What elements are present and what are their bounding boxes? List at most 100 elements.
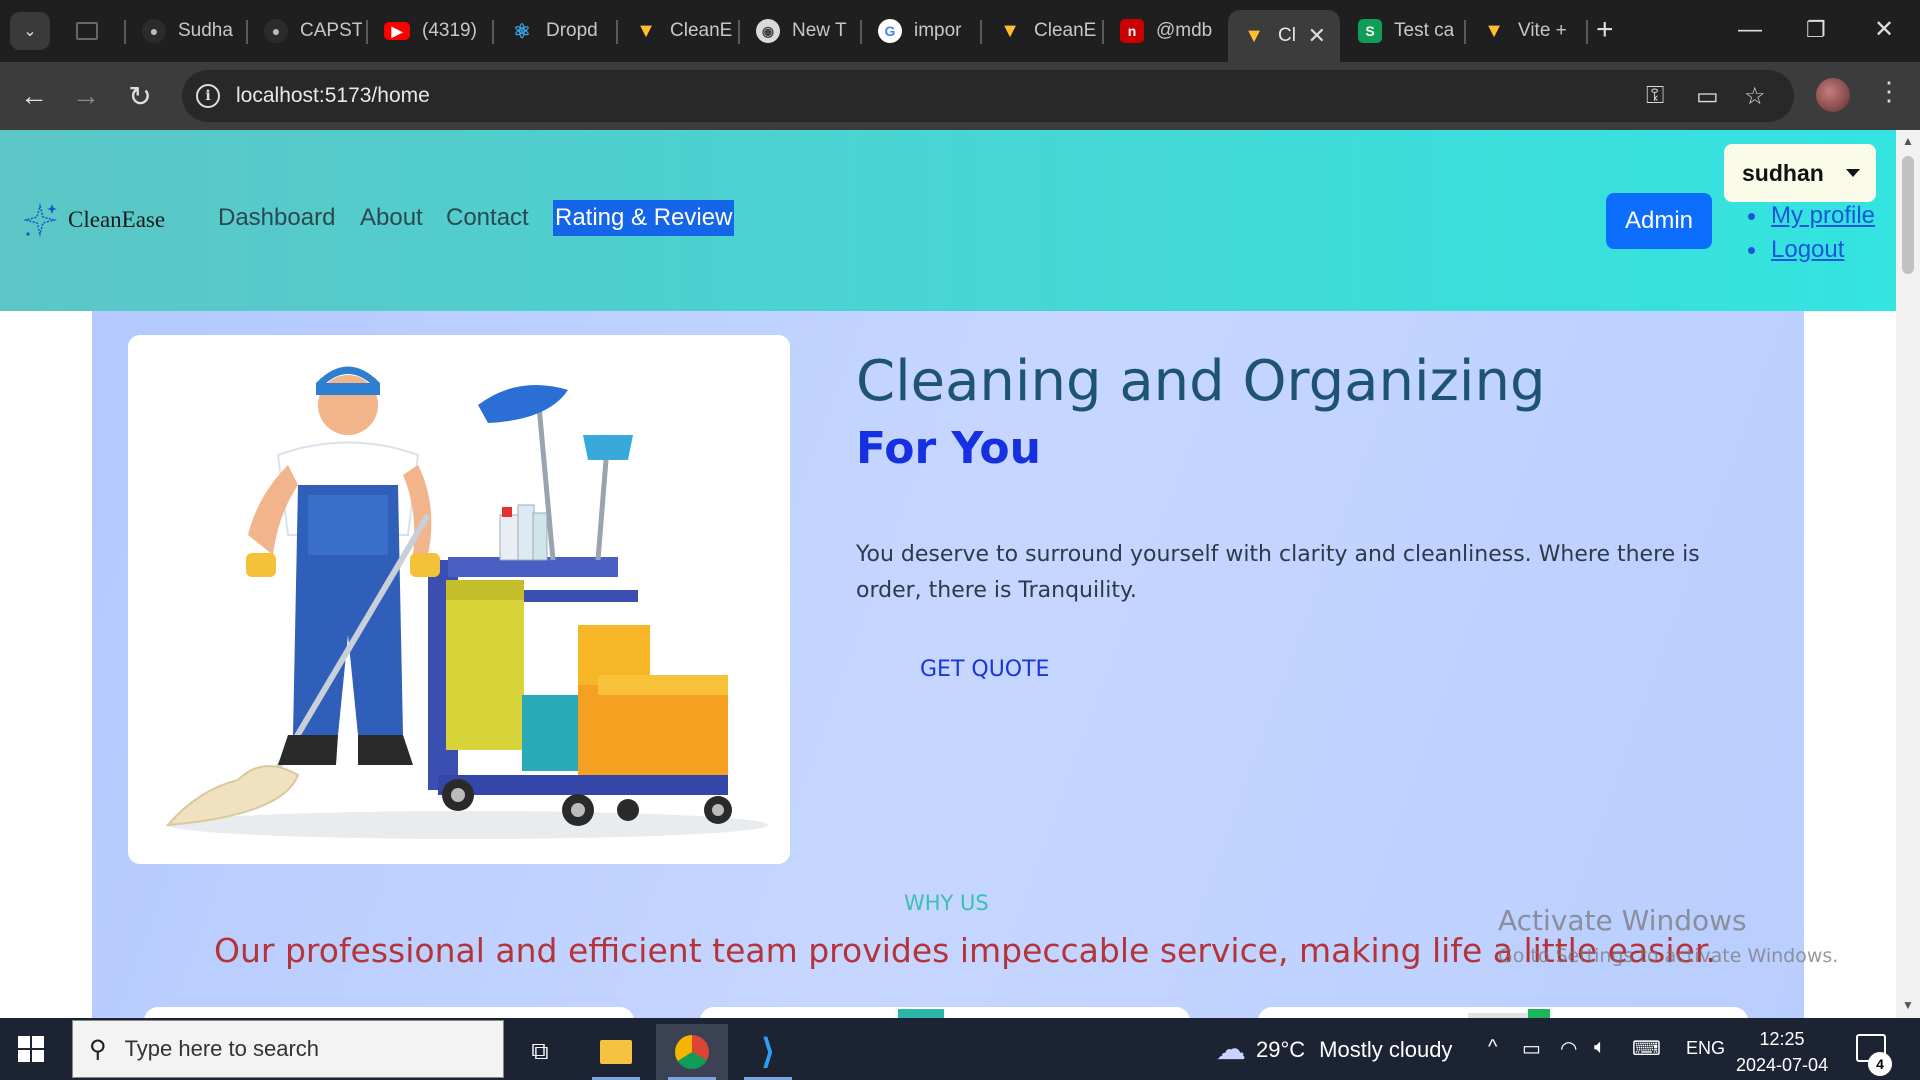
site-navbar: CleanEase Dashboard About Contact Rating… [0, 130, 1896, 311]
scroll-up-icon[interactable]: ▲ [1902, 134, 1914, 148]
react-icon: ⚛ [513, 20, 531, 43]
nav-rating-review[interactable]: Rating & Review [553, 200, 735, 236]
npm-icon: n [1120, 19, 1144, 43]
nav-contact[interactable]: Contact [446, 204, 529, 232]
tab-title: impor [914, 20, 962, 41]
sparkle-logo-icon [22, 202, 58, 238]
admin-button[interactable]: Admin [1606, 193, 1712, 249]
chrome-icon: ◉ [756, 19, 780, 43]
weather-widget[interactable]: ☁ 29°C Mostly cloudy [1216, 1032, 1452, 1067]
tab-7[interactable]: G impor [864, 10, 980, 52]
tab-title: New T [792, 20, 847, 41]
windows-taskbar: ⚲ Type here to search ⧉ ⟩ ☁ 29°C Mostly … [0, 1018, 1920, 1080]
nav-about[interactable]: About [360, 204, 423, 232]
youtube-icon: ▶ [384, 22, 410, 40]
tab-1[interactable]: ● Sudha [128, 10, 244, 52]
vite-icon: ▼ [1484, 19, 1504, 42]
tab-title: Vite + [1518, 20, 1567, 41]
clock[interactable]: 12:25 2024-07-04 [1736, 1026, 1828, 1078]
tab-10-active[interactable]: ▼ Cl ✕ [1228, 10, 1340, 62]
tab-8[interactable]: ▼ CleanE [984, 10, 1102, 52]
vite-icon: ▼ [636, 19, 656, 42]
tab-6[interactable]: ◉ New T [742, 10, 860, 52]
github-icon: ● [264, 19, 288, 43]
volume-icon[interactable]: 🔈︎ [1594, 1036, 1606, 1059]
service-card [1258, 1007, 1748, 1018]
file-explorer-icon[interactable] [580, 1024, 652, 1080]
minimize-icon[interactable]: — [1738, 12, 1762, 48]
user-name: sudhan [1742, 159, 1824, 186]
new-tab-icon[interactable]: + [1596, 12, 1614, 48]
scroll-down-icon[interactable]: ▼ [1902, 998, 1914, 1012]
tab-placeholder-icon [76, 22, 98, 40]
close-tab-icon[interactable]: ✕ [1308, 23, 1326, 49]
why-us-label: WHY US [904, 891, 989, 915]
github-icon: ● [142, 19, 166, 43]
browser-toolbar: ← → ↻ i localhost:5173/home ⚿ ▭ ☆ ⋮ [0, 62, 1920, 130]
watermark-title: Activate Windows [1498, 904, 1747, 937]
tagline: Our professional and efficient team prov… [214, 931, 1716, 970]
page-scrollbar[interactable]: ▲ ▼ [1896, 130, 1920, 1018]
sheets-icon: S [1358, 19, 1382, 43]
url-text[interactable]: localhost:5173/home [236, 84, 430, 108]
taskbar-search[interactable]: ⚲ Type here to search [72, 1020, 504, 1078]
brand-name: CleanEase [68, 207, 166, 232]
tab-9[interactable]: n @mdb [1106, 10, 1224, 52]
scrollbar-thumb[interactable] [1902, 156, 1914, 274]
search-placeholder: Type here to search [124, 1036, 320, 1061]
my-profile-link[interactable]: My profile [1771, 202, 1875, 230]
vite-icon: ▼ [1000, 19, 1020, 42]
chrome-taskbar-icon[interactable] [656, 1024, 728, 1080]
menu-kebab-icon[interactable]: ⋮ [1876, 76, 1902, 107]
site-info-icon[interactable]: i [196, 84, 220, 108]
card-icon[interactable]: ▭ [1696, 82, 1719, 111]
tab-11[interactable]: S Test ca [1344, 10, 1462, 52]
watermark-subtitle: Go to Settings to activate Windows. [1498, 945, 1839, 967]
cleaner-illustration [165, 366, 768, 839]
tab-4[interactable]: ⚛ Dropd [496, 10, 612, 52]
nav-dashboard[interactable]: Dashboard [218, 204, 335, 232]
tab-title: Test ca [1394, 20, 1455, 41]
weather-text: Mostly cloudy [1319, 1036, 1453, 1062]
back-icon[interactable]: ← [14, 76, 54, 116]
hero-subtitle: For You [856, 423, 1041, 474]
forward-icon[interactable]: → [66, 76, 106, 116]
browser-tabstrip: ⌄ ● Sudha ● CAPST ▶ (4319) ⚛ Dropd ▼ Cle… [0, 0, 1920, 62]
profile-avatar[interactable] [1816, 78, 1850, 112]
tab-title: Dropd [546, 20, 598, 41]
chevron-up-icon[interactable]: ^ [1488, 1036, 1497, 1059]
tab-2[interactable]: ● CAPST [250, 10, 362, 52]
brand[interactable]: CleanEase [20, 200, 165, 240]
tab-title: Cl [1278, 25, 1296, 46]
tab-title: CAPST [300, 20, 362, 41]
hero-title: Cleaning and Organizing [856, 349, 1546, 414]
get-quote-button[interactable]: GET QUOTE [920, 657, 1049, 682]
hero-description: You deserve to surround yourself with cl… [856, 542, 1700, 603]
logout-link[interactable]: Logout [1771, 236, 1844, 264]
tab-12[interactable]: ▼ Vite + [1468, 10, 1586, 52]
tab-title: CleanE [670, 20, 733, 41]
battery-icon[interactable]: ▭ [1522, 1036, 1541, 1061]
user-dropdown[interactable]: sudhan [1724, 144, 1876, 202]
tab-5[interactable]: ▼ CleanE [620, 10, 738, 52]
bookmark-star-icon[interactable]: ☆ [1744, 82, 1766, 111]
restore-icon[interactable]: ❐ [1806, 12, 1826, 48]
address-bar[interactable]: i localhost:5173/home ⚿ ▭ ☆ [182, 70, 1794, 122]
vite-icon: ▼ [1244, 24, 1264, 47]
windows-start-icon[interactable] [18, 1036, 44, 1062]
user-menu-item: Logout [1748, 236, 1875, 264]
wifi-icon[interactable]: ◠ [1560, 1036, 1577, 1061]
tab-search-button[interactable]: ⌄ [10, 12, 50, 50]
tab-0[interactable] [62, 10, 126, 52]
page-viewport: CleanEase Dashboard About Contact Rating… [0, 130, 1896, 1018]
task-view-icon[interactable]: ⧉ [504, 1024, 576, 1080]
clock-time: 12:25 [1759, 1029, 1805, 1049]
keyboard-icon[interactable]: ⌨ [1632, 1036, 1661, 1061]
language-indicator[interactable]: ENG [1686, 1038, 1725, 1059]
tab-3[interactable]: ▶ (4319) [370, 10, 488, 52]
reload-icon[interactable]: ↻ [120, 76, 160, 116]
close-window-icon[interactable]: ✕ [1874, 12, 1894, 48]
cloud-icon: ☁ [1216, 1033, 1246, 1066]
key-icon[interactable]: ⚿ [1646, 82, 1664, 110]
vscode-icon[interactable]: ⟩ [732, 1024, 804, 1080]
